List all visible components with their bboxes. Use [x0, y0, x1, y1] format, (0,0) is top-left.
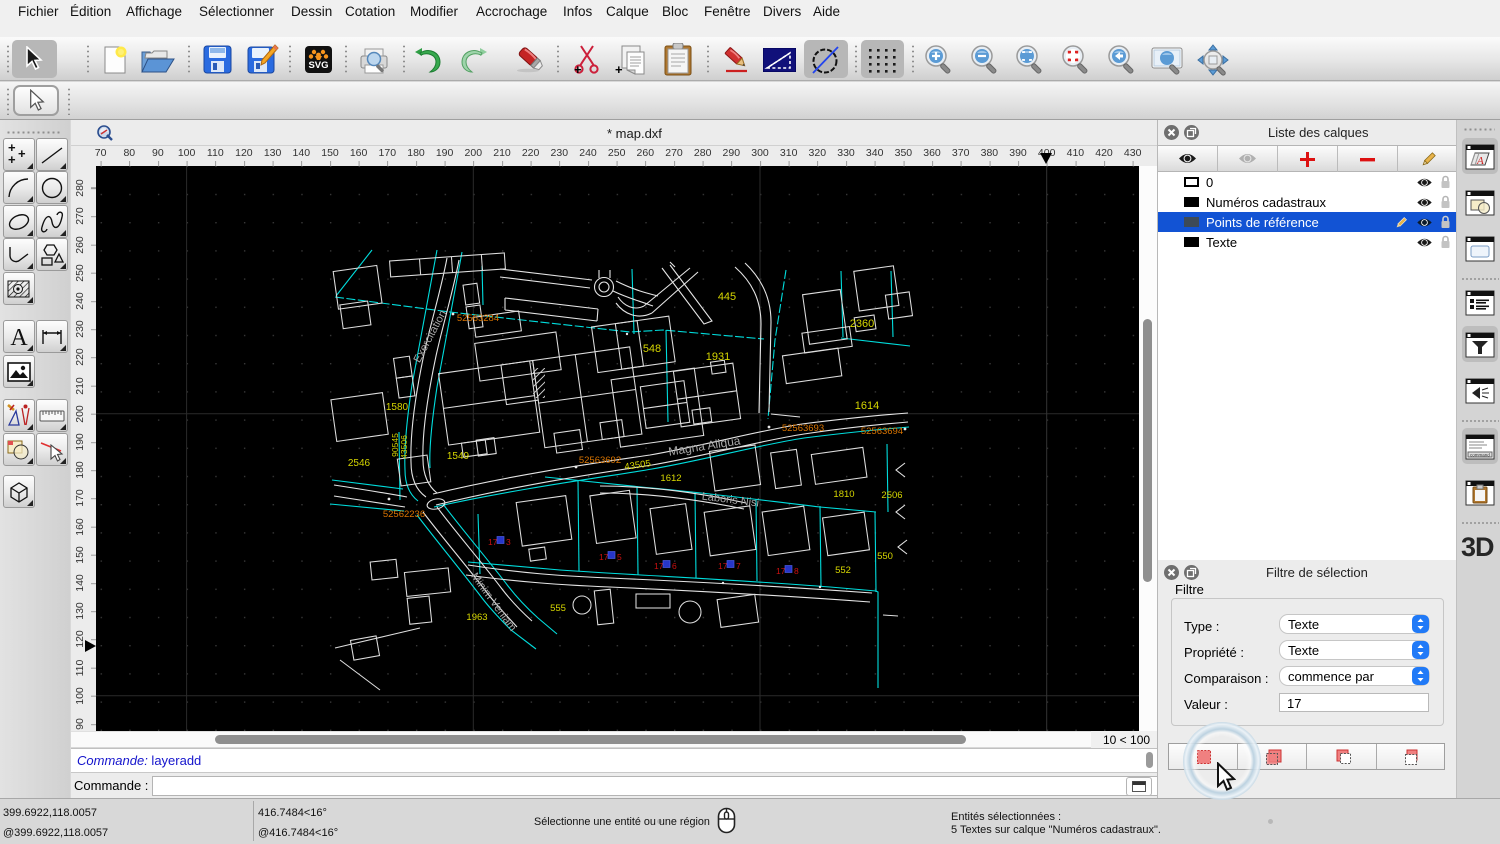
- svg-text:SVG: SVG: [308, 60, 328, 71]
- svg-text:445: 445: [718, 291, 736, 303]
- svg-text:2506: 2506: [881, 490, 902, 501]
- svg-text:552: 552: [835, 565, 851, 576]
- svg-text:2360: 2360: [850, 318, 874, 330]
- svg-text:+: +: [615, 62, 623, 75]
- svg-text:command: command: [1470, 453, 1490, 458]
- svg-text:52563693: 52563693: [782, 423, 824, 434]
- svg-text:555: 555: [550, 603, 566, 614]
- svg-text:5: 5: [617, 552, 622, 562]
- svg-text:1614: 1614: [855, 400, 879, 412]
- svg-text:2546: 2546: [348, 458, 371, 469]
- svg-text:17: 17: [776, 566, 786, 576]
- svg-text:1963: 1963: [466, 612, 487, 623]
- svg-text:6: 6: [672, 561, 677, 571]
- svg-text:43506: 43506: [399, 435, 409, 459]
- svg-text:17: 17: [599, 552, 609, 562]
- svg-text:+: +: [18, 146, 26, 161]
- svg-text:17: 17: [654, 561, 664, 571]
- svg-text:A: A: [10, 325, 28, 350]
- svg-text:1549: 1549: [447, 451, 470, 462]
- svg-text:17: 17: [718, 561, 728, 571]
- svg-text:1931: 1931: [706, 351, 730, 363]
- svg-text:52563692: 52563692: [579, 455, 621, 466]
- svg-text:3: 3: [506, 537, 511, 547]
- svg-text:17: 17: [488, 537, 498, 547]
- svg-text:A: A: [1476, 155, 1484, 167]
- svg-text:8: 8: [794, 566, 799, 576]
- svg-text:1580: 1580: [386, 402, 409, 413]
- svg-text:1612: 1612: [660, 473, 681, 484]
- svg-text:52563694: 52563694: [861, 426, 903, 437]
- svg-text:7: 7: [736, 561, 741, 571]
- svg-text:52563284: 52563284: [457, 313, 499, 324]
- svg-text:548: 548: [643, 343, 661, 355]
- svg-text:550: 550: [877, 551, 893, 562]
- svg-text:+: +: [574, 62, 582, 75]
- svg-text:1810: 1810: [833, 489, 854, 500]
- svg-text:+: +: [8, 152, 16, 167]
- svg-text:52562236: 52562236: [383, 509, 425, 520]
